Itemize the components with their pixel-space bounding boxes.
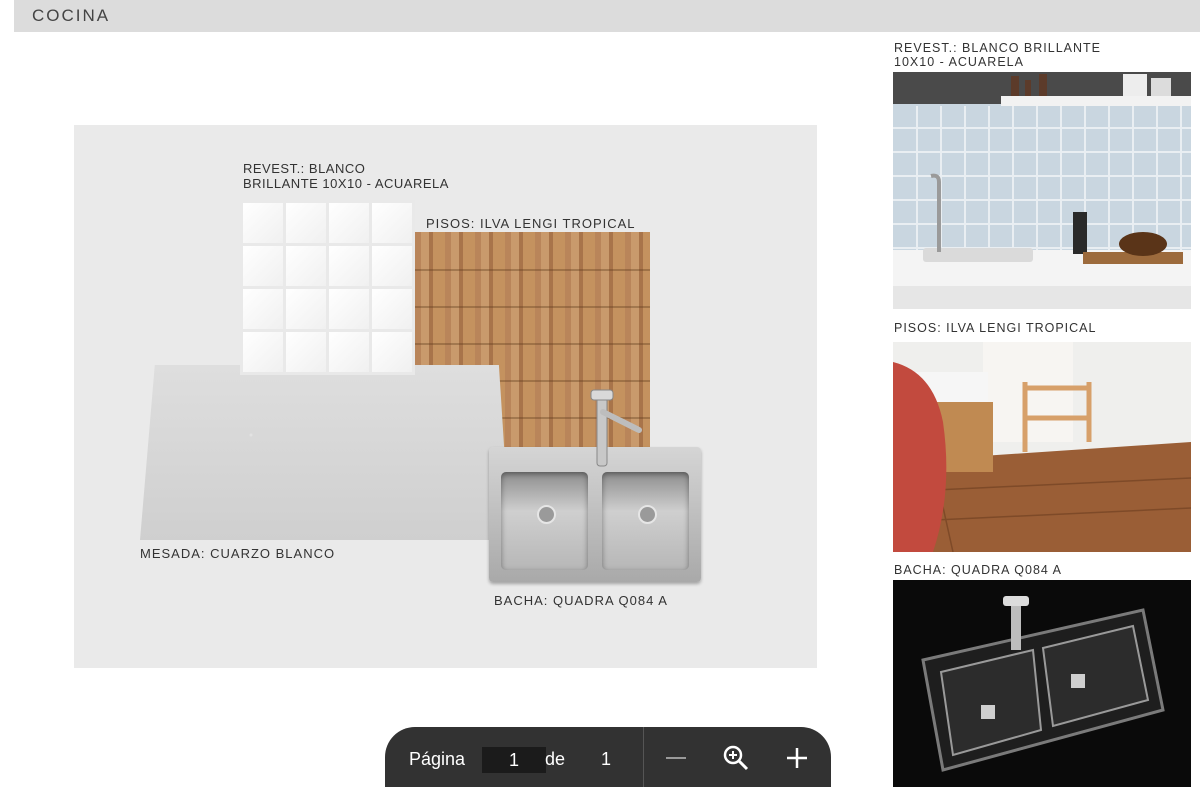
- countertop-sample: [140, 365, 510, 540]
- counter-label: MESADA: CUARZO BLANCO: [140, 546, 336, 561]
- bedroom-floor-photo: [893, 342, 1191, 552]
- header-bar: COCINA: [14, 0, 1200, 32]
- page-label: Página: [409, 749, 466, 769]
- page-title: COCINA: [32, 6, 111, 25]
- zoom-in-button[interactable]: [782, 743, 812, 773]
- page-number-input[interactable]: 1: [482, 747, 546, 773]
- floor-label: PISOS: ILVA LENGI TROPICAL: [426, 216, 636, 231]
- zoom-out-button[interactable]: [661, 743, 691, 773]
- tiles-label-line1: REVEST.: BLANCO: [243, 161, 366, 176]
- tiles-label-line2: BRILLANTE 10X10 - ACUARELA: [243, 176, 449, 191]
- magnifier-icon[interactable]: [721, 743, 751, 773]
- side-label-sink: BACHA: QUADRA Q084 A: [894, 563, 1062, 577]
- sink-label: BACHA: QUADRA Q084 A: [494, 593, 668, 608]
- side-label-floor: PISOS: ILVA LENGI TROPICAL: [894, 321, 1097, 335]
- kitchen-tiles-photo: [893, 72, 1191, 309]
- of-label: de: [545, 749, 566, 769]
- sink-photo: [893, 580, 1191, 787]
- tiles-label: REVEST.: BLANCO BRILLANTE 10X10 - ACUARE…: [243, 161, 449, 191]
- toolbar-divider: [643, 727, 644, 787]
- faucet-icon: [590, 389, 642, 467]
- pdf-viewer-toolbar: Página 1 de 1: [385, 727, 831, 787]
- total-pages: 1: [601, 749, 612, 769]
- tile-sample: [240, 200, 415, 375]
- side-label-tiles: REVEST.: BLANCO BRILLANTE 10X10 - ACUARE…: [894, 41, 1102, 69]
